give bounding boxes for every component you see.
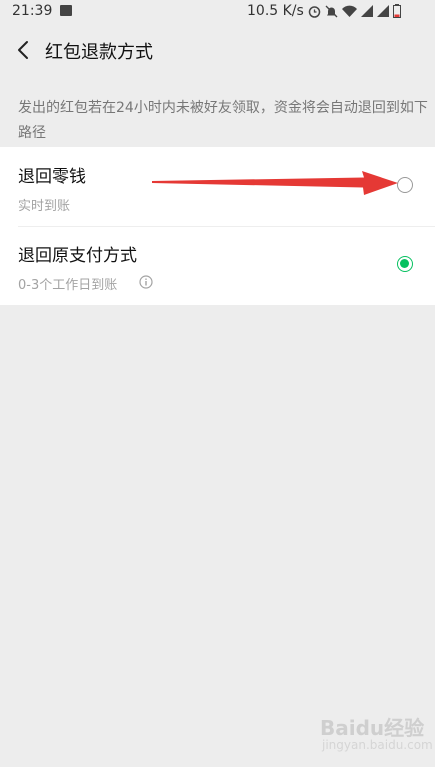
status-time: 21:39 (12, 3, 53, 19)
alarm-icon (308, 5, 321, 18)
status-bar: 21:39 10.5 K/s (0, 0, 435, 24)
battery-icon (393, 4, 401, 18)
network-speed: 10.5 K/s (247, 3, 304, 19)
option-original-payment[interactable]: 退回原支付方式 0-3个工作日到账 (0, 226, 435, 305)
option-label: 退回原支付方式 (18, 246, 137, 266)
page-title: 红包退款方式 (45, 42, 153, 63)
watermark-text: Baidu经验 (320, 716, 425, 740)
option-label: 退回零钱 (18, 167, 86, 187)
option-sub: 0-3个工作日到账 (18, 278, 118, 293)
watermark: Baidu经验 jingyan.baidu.com (320, 712, 433, 752)
image-icon (60, 5, 72, 16)
red-arrow-icon (152, 171, 398, 195)
status-icons (308, 4, 401, 18)
radio-unselected[interactable] (397, 177, 413, 193)
radio-selected[interactable] (397, 256, 413, 272)
header: 红包退款方式 (0, 24, 435, 80)
signal-icon (377, 5, 389, 17)
watermark-sub: jingyan.baidu.com (322, 738, 433, 752)
signal-icon (361, 5, 373, 17)
wifi-icon (342, 5, 357, 17)
description: 发出的红包若在24小时内未被好友领取，资金将会自动退回到如下路径 (18, 100, 428, 141)
chevron-left-icon[interactable] (12, 38, 36, 62)
info-icon[interactable] (139, 275, 153, 289)
option-sub: 实时到账 (18, 199, 71, 214)
mute-icon (325, 5, 338, 17)
